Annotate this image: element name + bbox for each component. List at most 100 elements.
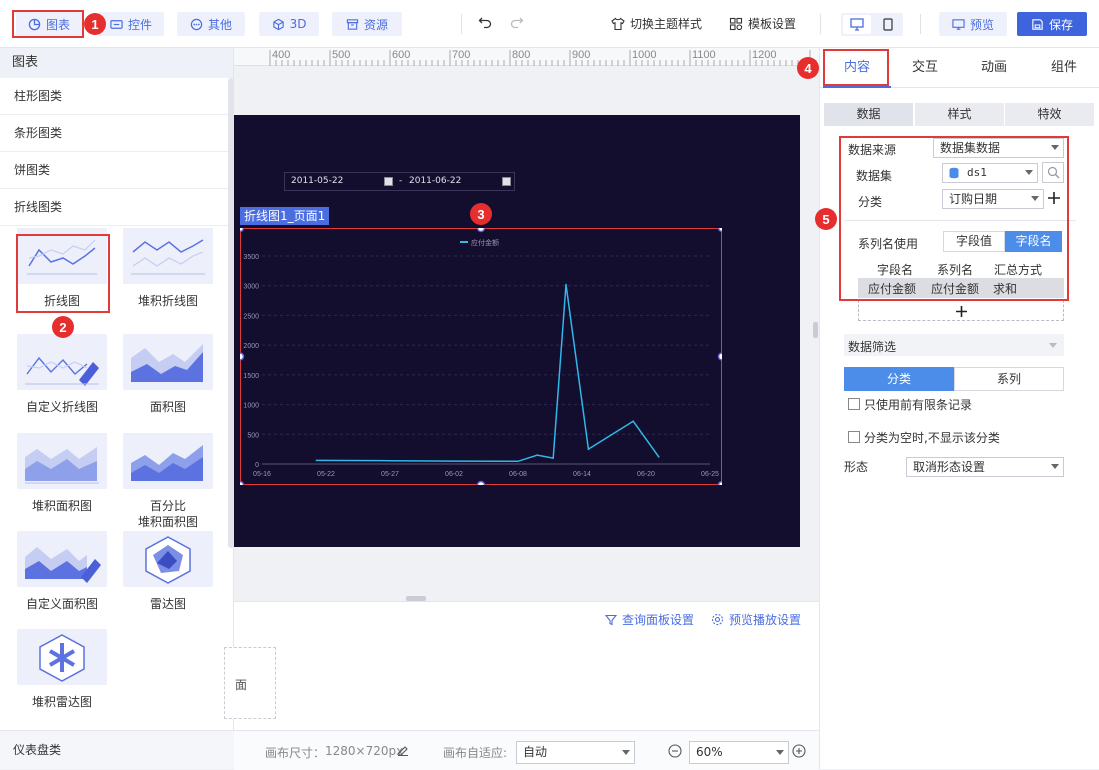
stacked-area-chart-thumb[interactable]: 堆积面积图 xyxy=(17,433,107,514)
panel-resize-handle[interactable] xyxy=(813,322,818,338)
tab-component[interactable]: 组件 xyxy=(1030,48,1098,88)
control-menu-button[interactable]: 控件 xyxy=(98,12,164,36)
resize-handle xyxy=(240,228,245,233)
x-tick-label: 06-20 xyxy=(637,471,655,478)
3d-menu-button[interactable]: 3D xyxy=(259,12,319,36)
hide-empty-checkbox[interactable] xyxy=(848,431,860,443)
date-range-filter[interactable]: 2011-05-22 - 2011-06-22 xyxy=(284,172,515,191)
phone-icon xyxy=(883,18,893,31)
save-button[interactable]: 保存 xyxy=(1017,12,1087,36)
shape-select[interactable]: 取消形态设置 xyxy=(906,457,1064,477)
ruler-label: 1000 xyxy=(632,49,657,61)
ruler-label: 600 xyxy=(392,49,411,61)
save-label: 保存 xyxy=(1048,17,1073,32)
play-settings[interactable]: 预览播放设置 xyxy=(711,611,801,628)
other-menu-label: 其他 xyxy=(207,17,232,32)
date-separator: - xyxy=(399,176,403,186)
query-panel-settings[interactable]: 查询面板设置 xyxy=(605,611,694,628)
date-to[interactable]: 2011-06-22 xyxy=(409,176,461,186)
theme-label: 切换主题样式 xyxy=(630,17,703,31)
redo-button[interactable] xyxy=(510,15,524,29)
tab-interaction[interactable]: 交互 xyxy=(891,48,959,88)
calendar-icon[interactable] xyxy=(384,177,393,186)
category-bar[interactable]: 柱形图类 xyxy=(0,78,233,115)
x-tick-label: 06-25 xyxy=(701,471,719,478)
data-point xyxy=(632,420,634,423)
chart-library-panel: 图表 柱形图类 条形图类 饼图类 折线图类 折线图 堆积折线图 自定义折线图 面… xyxy=(0,48,234,769)
subtab-style[interactable]: 样式 xyxy=(915,103,1004,126)
custom-area-chart-thumb[interactable]: 自定义面积图 xyxy=(17,531,107,612)
category-horizontal-bar[interactable]: 条形图类 xyxy=(0,115,233,152)
resize-handle xyxy=(476,228,486,233)
data-point xyxy=(587,448,590,450)
category-pie[interactable]: 饼图类 xyxy=(0,152,233,189)
y-tick-label: 2500 xyxy=(243,313,259,320)
edit-icon[interactable] xyxy=(397,744,409,756)
stacked-line-chart-thumb[interactable]: 堆积折线图 xyxy=(123,228,213,309)
x-tick-label: 06-08 xyxy=(509,471,527,478)
y-tick-label: 1000 xyxy=(243,403,259,410)
category-line[interactable]: 折线图类 xyxy=(0,189,233,226)
category-gauge[interactable]: 仪表盘类 xyxy=(0,730,234,769)
mobile-toggle[interactable] xyxy=(875,15,901,34)
fit-select[interactable]: 自动 xyxy=(516,741,635,764)
subtab-data[interactable]: 数据 xyxy=(824,103,913,126)
line-chart[interactable]: 0 500 1000 1500 2000 2500 3000 3500 05-16 05-22 05… xyxy=(240,228,722,485)
x-tick-label: 05-16 xyxy=(253,471,271,478)
ruler-label: 400 xyxy=(272,49,291,61)
other-menu-button[interactable]: 其他 xyxy=(177,12,245,36)
chart-label-tag: 折线图1_页面1 xyxy=(240,207,330,225)
thumb-label: 自定义面积图 xyxy=(25,597,98,611)
filter-label: 数据筛选 xyxy=(848,340,897,354)
undo-button[interactable] xyxy=(478,15,492,29)
resize-handle xyxy=(240,352,245,361)
control-menu-label: 控件 xyxy=(127,17,152,32)
preview-button[interactable]: 预览 xyxy=(939,12,1007,36)
filter-tab-category[interactable]: 分类 xyxy=(844,367,954,391)
filter-tab-series[interactable]: 系列 xyxy=(954,367,1064,391)
redo-icon xyxy=(510,17,524,29)
resource-menu-button[interactable]: 资源 xyxy=(332,12,402,36)
step-badge: 4 xyxy=(797,57,819,79)
y-tick-label: 2000 xyxy=(243,343,259,350)
device-switch xyxy=(841,13,903,36)
tab-animation[interactable]: 动画 xyxy=(960,48,1028,88)
radar-chart-thumb[interactable]: 雷达图 xyxy=(123,531,213,612)
custom-area-chart-icon xyxy=(17,531,107,587)
add-field-button[interactable] xyxy=(858,300,1064,321)
desktop-toggle[interactable] xyxy=(843,15,871,34)
page-thumbnail[interactable]: 面 xyxy=(224,647,276,719)
dashboard-canvas[interactable]: 2011-05-22 - 2011-06-22 折线图1_页面1 0 500 100… xyxy=(234,115,800,547)
resize-handle xyxy=(240,480,245,485)
highlight-box xyxy=(16,234,110,313)
zoom-select[interactable]: 60% xyxy=(689,741,789,764)
stacked-radar-chart-icon xyxy=(17,629,107,685)
ruler-label: 700 xyxy=(452,49,471,61)
percent-stacked-area-chart-thumb[interactable]: 百分比 堆积面积图 xyxy=(123,433,213,530)
date-from[interactable]: 2011-05-22 xyxy=(291,176,343,186)
highlight-box xyxy=(823,49,889,86)
y-tick-label: 3000 xyxy=(243,284,259,291)
shape-label: 形态 xyxy=(844,460,869,474)
y-tick-label: 1500 xyxy=(243,373,259,380)
custom-line-chart-thumb[interactable]: 自定义折线图 xyxy=(17,334,107,415)
filter-section-header[interactable]: 数据筛选 xyxy=(844,334,1064,356)
horizontal-ruler: 400 500 600 700 800 900 1000 1100 1200 xyxy=(234,48,819,66)
ruler-label: 1200 xyxy=(752,49,777,61)
calendar-icon[interactable] xyxy=(502,177,511,186)
resource-menu-label: 资源 xyxy=(363,17,388,32)
zoom-out-icon[interactable] xyxy=(668,744,682,758)
subtab-effect[interactable]: 特效 xyxy=(1005,103,1094,126)
template-button[interactable]: 模板设置 xyxy=(729,15,796,32)
area-chart-icon xyxy=(123,334,213,390)
zoom-in-icon[interactable] xyxy=(792,744,806,758)
ruler-label: 800 xyxy=(512,49,531,61)
stacked-area-chart-icon xyxy=(17,433,107,489)
theme-button[interactable]: 切换主题样式 xyxy=(611,15,702,32)
shirt-icon xyxy=(611,17,625,30)
limit-records-checkbox[interactable] xyxy=(848,398,860,410)
area-chart-thumb[interactable]: 面积图 xyxy=(123,334,213,415)
stacked-radar-chart-thumb[interactable]: 堆积雷达图 xyxy=(17,629,107,710)
data-point xyxy=(453,460,455,462)
fit-value: 自动 xyxy=(523,745,548,759)
